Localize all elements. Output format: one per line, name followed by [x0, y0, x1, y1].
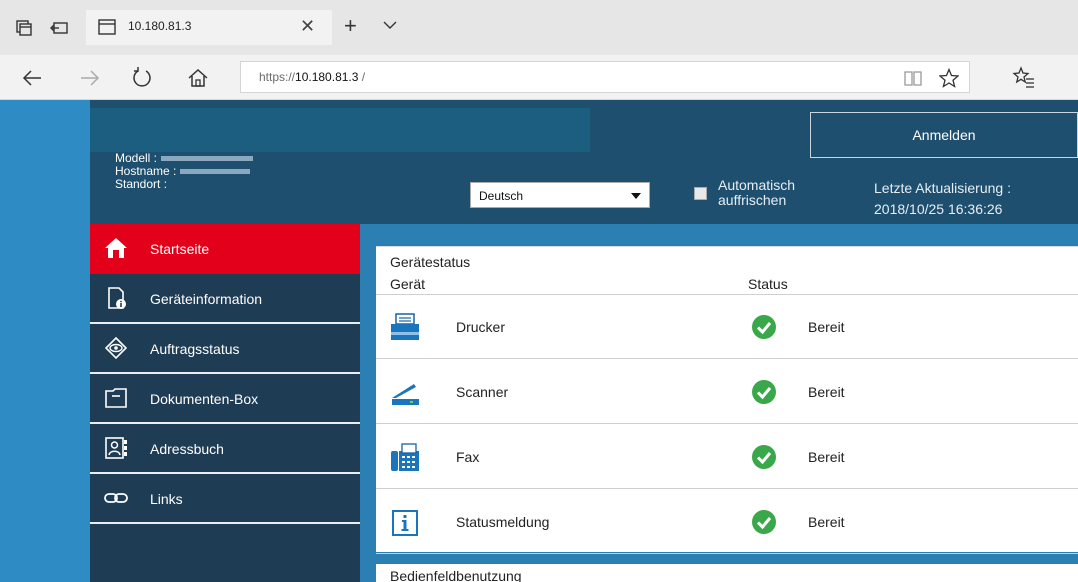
- info-icon: [392, 510, 418, 536]
- sidebar-item-label: Adressbuch: [150, 441, 224, 457]
- url-field[interactable]: https://10.180.81.3 /: [240, 61, 970, 93]
- forward-arrow-icon[interactable]: [78, 66, 102, 90]
- sidebar-item-dokumenten-box[interactable]: Dokumenten-Box: [90, 374, 360, 424]
- check-circle-icon: [752, 380, 776, 404]
- favorite-star-icon[interactable]: [939, 68, 959, 88]
- location-label: Standort :: [115, 177, 168, 191]
- sidebar-item-startseite[interactable]: Startseite: [90, 224, 360, 274]
- column-header-status: Status: [748, 276, 788, 292]
- set-aside-tabs-icon[interactable]: [50, 18, 70, 38]
- column-header-device: Gerät: [390, 276, 426, 292]
- tab-close-button[interactable]: ✕: [300, 16, 315, 37]
- device-label: Scanner: [456, 384, 509, 400]
- back-arrow-icon[interactable]: [20, 66, 44, 90]
- eye-icon: [104, 336, 128, 360]
- sidebar-item-label: Geräteinformation: [150, 291, 263, 307]
- home-icon: [105, 238, 127, 258]
- panel-usage-panel: Bedienfeldbenutzung: [376, 564, 1078, 582]
- browser-tab[interactable]: 10.180.81.3 ✕: [86, 10, 332, 45]
- last-update: Letzte Aktualisierung : 2018/10/25 16:36…: [874, 178, 1011, 220]
- fax-icon: [391, 443, 419, 471]
- device-info-icon: [108, 287, 126, 309]
- hostname-label: Hostname :: [115, 164, 177, 178]
- status-label: Bereit: [808, 449, 845, 465]
- new-tab-button[interactable]: +: [344, 13, 357, 39]
- language-value: Deutsch: [479, 189, 524, 203]
- tab-title: 10.180.81.3: [128, 19, 192, 33]
- chevron-down-icon[interactable]: [382, 17, 398, 33]
- link-icon: [104, 493, 128, 503]
- sidebar-item-links[interactable]: Links: [90, 474, 360, 524]
- table-row: Drucker Bereit: [376, 295, 1078, 359]
- device-status-panel: Gerätestatus Gerät Status Drucker Bereit: [376, 246, 1078, 554]
- last-update-value: 2018/10/25 16:36:26: [874, 201, 1003, 217]
- login-button[interactable]: Anmelden: [810, 112, 1078, 158]
- home-icon[interactable]: [186, 66, 210, 90]
- browser-tab-bar: 10.180.81.3 ✕ +: [0, 0, 1078, 55]
- sidebar-item-label: Auftragsstatus: [150, 341, 240, 357]
- printer-icon: [391, 313, 419, 340]
- device-label: Drucker: [456, 319, 506, 335]
- auto-refresh-label: Automatisch auffrischen: [718, 177, 796, 208]
- device-info: Modell : Hostname : Standort :: [115, 151, 254, 191]
- auto-refresh-checkbox[interactable]: [694, 187, 707, 200]
- table-row: Statusmeldung Bereit: [376, 490, 1078, 554]
- favorites-hub-icon[interactable]: [1012, 66, 1036, 90]
- sidebar-item-adressbuch[interactable]: Adressbuch: [90, 424, 360, 474]
- sidebar-item-label: Dokumenten-Box: [150, 391, 259, 407]
- sidebar-item-label: Startseite: [150, 241, 210, 257]
- dropdown-caret-icon: [631, 193, 641, 199]
- table-row: Fax Bereit: [376, 425, 1078, 489]
- address-book-icon: [105, 437, 127, 459]
- banner-strip: [90, 108, 590, 152]
- scanner-icon: [392, 384, 419, 405]
- document-box-icon: [105, 388, 127, 408]
- check-circle-icon: [752, 445, 776, 469]
- model-value-redacted: [161, 156, 254, 162]
- url-text: https://10.180.81.3 /: [259, 70, 366, 84]
- check-circle-icon: [752, 510, 776, 534]
- web-page: Modell : Hostname : Standort : Deutsch A…: [0, 100, 1078, 582]
- refresh-icon[interactable]: [130, 66, 154, 90]
- device-label: Statusmeldung: [456, 514, 550, 530]
- sidebar-item-auftragsstatus[interactable]: Auftragsstatus: [90, 324, 360, 374]
- page-icon: [98, 19, 116, 35]
- sidebar-item-label: Links: [150, 491, 183, 507]
- sidebar: Startseite Geräteinformation Auftragssta…: [90, 224, 360, 582]
- last-update-label: Letzte Aktualisierung :: [874, 180, 1011, 196]
- sidebar-item-geraeteinformation[interactable]: Geräteinformation: [90, 274, 360, 324]
- language-select[interactable]: Deutsch: [470, 182, 650, 208]
- device-label: Fax: [456, 449, 480, 465]
- hostname-value-redacted: [180, 169, 251, 175]
- tab-list-icon[interactable]: [14, 18, 34, 38]
- browser-address-bar: https://10.180.81.3 /: [0, 55, 1078, 100]
- status-label: Bereit: [808, 319, 845, 335]
- check-circle-icon: [752, 315, 776, 339]
- status-label: Bereit: [808, 514, 845, 530]
- status-label: Bereit: [808, 384, 845, 400]
- panel-title: Gerätestatus: [390, 254, 471, 270]
- reading-view-icon[interactable]: [903, 68, 923, 88]
- left-band: [0, 100, 90, 582]
- table-row: Scanner Bereit: [376, 360, 1078, 424]
- model-label: Modell :: [115, 151, 158, 165]
- panel-title: Bedienfeldbenutzung: [390, 568, 522, 582]
